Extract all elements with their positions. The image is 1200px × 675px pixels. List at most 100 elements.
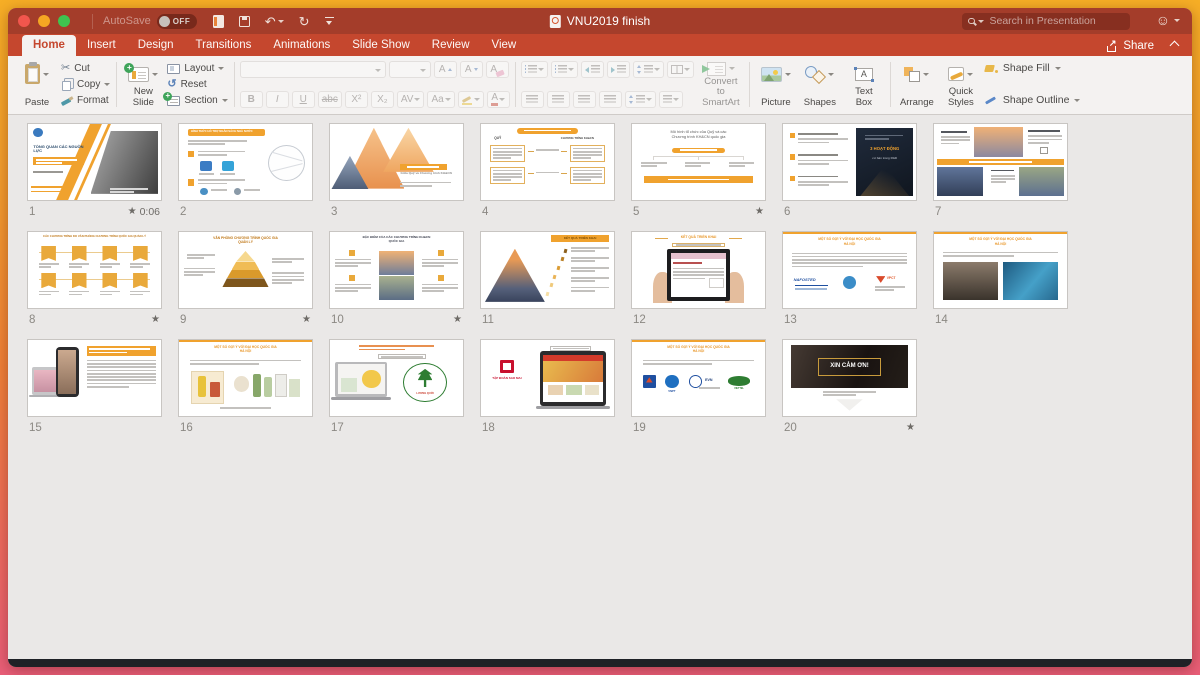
reset-button[interactable]: ↺Reset	[167, 77, 227, 92]
arrange-caret[interactable]	[923, 73, 929, 76]
slide-thumbnail-18[interactable]: TẬP ĐOÀN SAO MAI	[480, 339, 615, 417]
tab-design[interactable]: Design	[127, 35, 185, 56]
justify-button[interactable]	[599, 91, 622, 108]
copy-caret[interactable]	[104, 83, 110, 86]
search-scope-caret[interactable]	[978, 20, 984, 23]
shapes-button[interactable]: Shapes	[800, 60, 840, 109]
slide-thumbnail-1[interactable]: TỔNG QUAN CÁC NGUỒN LỰC	[27, 123, 162, 201]
paste-caret[interactable]	[43, 73, 49, 76]
share-button[interactable]: ↗ Share	[1106, 40, 1154, 52]
slide-thumbnail-2[interactable]: HÌNH THỨC HỖ TRỢ NGÂN SÁCH NHÀ NƯỚC	[178, 123, 313, 201]
font-size-select[interactable]	[389, 61, 431, 78]
font-color-button[interactable]: A	[487, 91, 510, 108]
grow-font-button[interactable]: A	[434, 61, 457, 78]
shapes-caret[interactable]	[828, 73, 834, 76]
align-left-button[interactable]	[521, 91, 544, 108]
format-painter-button[interactable]: Format	[61, 93, 110, 108]
new-slide-caret[interactable]	[152, 73, 158, 76]
slide-thumbnail-5[interactable]: Mô hình tổ chức của Quỹ và các Chương tr…	[631, 123, 766, 201]
text-direction-button[interactable]	[625, 91, 656, 108]
slide-thumbnail-17[interactable]: LƯƠNG QUỚI	[329, 339, 464, 417]
tab-animations[interactable]: Animations	[262, 35, 341, 56]
slide-thumbnail-16[interactable]: MỘT SỐ GỢI Ý VỚI ĐẠI HỌC QUỐC GIA HÀ NỘI	[178, 339, 313, 417]
redo-button[interactable]: ↻	[299, 15, 310, 28]
tab-insert[interactable]: Insert	[76, 35, 127, 56]
shape-outline-caret[interactable]	[1074, 99, 1080, 102]
font-name-select[interactable]	[240, 61, 386, 78]
slide-thumbnail-19[interactable]: MỘT SỐ GỢI Ý VỚI ĐẠI HỌC QUỐC GIA HÀ NỘI…	[631, 339, 766, 417]
text-highlight-button[interactable]	[458, 91, 484, 108]
bullets-button[interactable]	[521, 61, 548, 78]
text-box-button[interactable]: A Text Box	[844, 60, 884, 109]
columns-button[interactable]	[667, 61, 694, 78]
character-spacing-button[interactable]: AV	[397, 91, 425, 108]
section-button[interactable]: +Section	[167, 93, 227, 108]
section-caret[interactable]	[222, 99, 228, 102]
slide-thumbnail-4[interactable]: QUỸCHƯƠNG TRÌNH KH&CN	[480, 123, 615, 201]
tab-slide-show[interactable]: Slide Show	[341, 35, 421, 56]
slide-thumbnail-8[interactable]: CÁC CHƯƠNG TRÌNH DO VĂN PHÒNG CHƯƠNG TRÌ…	[27, 231, 162, 309]
tab-review[interactable]: Review	[421, 35, 481, 56]
convert-smartart-button[interactable]: Convert to SmartArt	[696, 60, 746, 109]
underline-button[interactable]: U	[292, 91, 315, 108]
align-text-button[interactable]	[659, 91, 683, 108]
slide-thumbnail-14[interactable]: MỘT SỐ GỢI Ý VỚI ĐẠI HỌC QUỐC GIA HÀ NỘI	[933, 231, 1068, 309]
new-presentation-button[interactable]	[213, 15, 224, 28]
slide-sorter-canvas[interactable]: TỔNG QUAN CÁC NGUỒN LỰC1★0:06HÌNH THỨC H…	[8, 115, 1192, 659]
slide-thumbnail-3[interactable]: Giữa Quỹ và Chương trình KH&CN	[329, 123, 464, 201]
quick-styles-caret[interactable]	[967, 73, 973, 76]
customize-toolbar-button[interactable]	[325, 17, 334, 25]
zoom-window-button[interactable]	[58, 15, 70, 27]
slide-thumbnail-7[interactable]	[933, 123, 1068, 201]
shape-outline-button[interactable]: Shape Outline	[985, 94, 1081, 106]
tab-view[interactable]: View	[481, 35, 528, 56]
feedback-control[interactable]: ☺	[1156, 13, 1180, 27]
collapse-ribbon-button[interactable]	[1170, 41, 1180, 51]
picture-caret[interactable]	[785, 73, 791, 76]
slide-thumbnail-12[interactable]: KẾT QUẢ TRIỂN KHAI	[631, 231, 766, 309]
smartart-caret[interactable]	[729, 67, 735, 70]
tab-home[interactable]: Home	[22, 35, 76, 56]
slide-thumbnail-11[interactable]: KẾT QUẢ TRIỂN KHAI	[480, 231, 615, 309]
search-input[interactable]: Search in Presentation	[962, 13, 1130, 30]
paste-button[interactable]: Paste	[17, 60, 57, 109]
increase-indent-button[interactable]	[607, 61, 630, 78]
slide-thumbnail-9[interactable]: VĂN PHÒNG CHƯƠNG TRÌNH QUỐC GIA QUẢN LÝ	[178, 231, 313, 309]
shape-fill-button[interactable]: Shape Fill	[985, 62, 1081, 74]
subscript-button[interactable]: X₂	[371, 91, 394, 108]
slide-thumbnail-6[interactable]: 3 HOẠT ĐỘNGcơ bản trong R&D	[782, 123, 917, 201]
layout-button[interactable]: Layout	[167, 61, 227, 76]
decrease-indent-button[interactable]	[581, 61, 604, 78]
bold-button[interactable]: B	[240, 91, 263, 108]
slide-thumbnail-20[interactable]: XIN CẢM ƠN!	[782, 339, 917, 417]
line-spacing-button[interactable]	[633, 61, 664, 78]
shrink-font-button[interactable]: A	[460, 61, 483, 78]
arrange-button[interactable]: Arrange	[897, 60, 937, 109]
change-case-button[interactable]: Aa	[427, 91, 454, 108]
clear-formatting-button[interactable]: A	[486, 61, 509, 78]
strikethrough-button[interactable]: abc	[318, 91, 342, 108]
slide-thumbnail-10[interactable]: ĐẶC ĐIỂM CỦA CÁC CHƯƠNG TRÌNH KH&CN QUỐC…	[329, 231, 464, 309]
new-slide-button[interactable]: + New Slide	[123, 60, 163, 109]
numbering-button[interactable]	[551, 61, 578, 78]
copy-button[interactable]: Copy	[61, 77, 110, 92]
italic-button[interactable]: I	[266, 91, 289, 108]
autosave-control[interactable]: AutoSave OFF	[103, 14, 197, 29]
slide-thumbnail-13[interactable]: MỘT SỐ GỢI Ý VỚI ĐẠI HỌC QUỐC GIA HÀ NỘI…	[782, 231, 917, 309]
undo-button[interactable]: ↶	[265, 15, 284, 28]
save-button[interactable]	[239, 16, 250, 27]
shape-fill-caret[interactable]	[1055, 67, 1061, 70]
layout-caret[interactable]	[218, 67, 224, 70]
quick-styles-button[interactable]: Quick Styles	[941, 60, 981, 109]
cut-button[interactable]: ✂Cut	[61, 61, 110, 76]
slide-thumbnail-15[interactable]	[27, 339, 162, 417]
minimize-window-button[interactable]	[38, 15, 50, 27]
tab-transitions[interactable]: Transitions	[185, 35, 263, 56]
undo-dropdown-caret[interactable]	[278, 20, 284, 23]
picture-button[interactable]: Picture	[756, 60, 796, 109]
align-right-button[interactable]	[573, 91, 596, 108]
superscript-button[interactable]: X²	[345, 91, 368, 108]
autosave-toggle[interactable]: OFF	[157, 14, 197, 29]
align-center-button[interactable]	[547, 91, 570, 108]
close-window-button[interactable]	[18, 15, 30, 27]
